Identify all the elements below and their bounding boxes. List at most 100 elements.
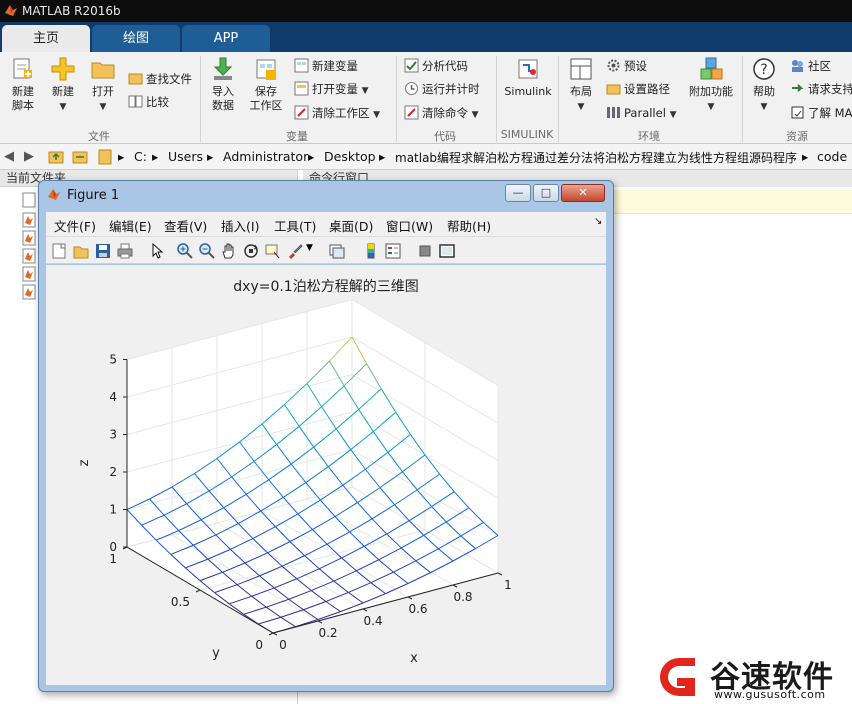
request-support-button[interactable]: 请求支持 (790, 79, 852, 99)
watermark-url: www.gususoft.com (714, 688, 826, 701)
menu-overflow-arrow-icon[interactable]: ↘ (594, 216, 602, 227)
import-data-icon (213, 57, 233, 80)
m-file-icon[interactable] (22, 284, 36, 300)
z-tick-label: 0 (109, 540, 117, 554)
show-plot-tools-icon[interactable] (438, 242, 456, 260)
save-workspace-button[interactable]: 保存 工作区 (246, 56, 286, 113)
zoom-in-icon[interactable] (176, 242, 194, 260)
new-figure-icon[interactable] (50, 242, 68, 260)
minimize-button[interactable]: — (505, 184, 531, 202)
compare-button[interactable]: 比较 (128, 92, 169, 112)
tab-apps[interactable]: APP (182, 25, 270, 52)
new-variable-button[interactable]: 新建变量 (294, 56, 358, 76)
breadcrumb-item[interactable]: Desktop (324, 149, 376, 164)
new-button[interactable]: 新建 ▼ (46, 56, 80, 114)
up-folder-icon[interactable] (48, 149, 64, 164)
breadcrumb-item[interactable]: Users (168, 149, 203, 164)
new-script-icon (13, 58, 32, 79)
x-axis-label: x (410, 651, 418, 666)
clear-workspace-button[interactable]: 清除工作区 ▼ (294, 103, 380, 123)
request-support-icon (792, 84, 804, 92)
breadcrumb-item[interactable]: code (817, 149, 847, 164)
open-variable-icon (294, 81, 309, 96)
set-path-button[interactable]: 设置路径 (606, 79, 670, 99)
breadcrumb-item[interactable]: Administrator (223, 149, 308, 164)
file-icon[interactable] (22, 192, 36, 208)
m-file-icon[interactable] (22, 230, 36, 246)
analyze-code-button[interactable]: 分析代码 (404, 56, 468, 76)
open-button[interactable]: 打开 ▼ (86, 56, 120, 114)
insert-colorbar-icon[interactable] (362, 242, 380, 260)
learn-book-icon (791, 106, 804, 119)
insert-legend-icon[interactable] (384, 242, 402, 260)
pan-hand-icon[interactable] (220, 242, 238, 260)
surface-plot[interactable]: 00.20.40.60.8100.51012345 dxy=0.1泊松方程解的三… (46, 265, 606, 685)
m-file-icon[interactable] (22, 266, 36, 282)
set-path-icon (606, 84, 621, 95)
tab-plots[interactable]: 绘图 (92, 25, 180, 52)
menu-window[interactable]: 窗口(W) (386, 216, 433, 235)
gear-icon (607, 59, 620, 72)
save-icon[interactable] (94, 242, 112, 260)
back-arrow-icon[interactable]: ◀ (4, 149, 14, 164)
folder-icon (98, 149, 112, 165)
new-script-button[interactable]: 新建 脚本 (6, 56, 40, 113)
z-axis-label: z (77, 459, 92, 466)
link-plot-icon[interactable] (328, 242, 346, 260)
figure-window[interactable]: Figure 1 — □ ✕ 文件(F) 编辑(E) 查看(V) 插入(I) 工… (38, 180, 614, 692)
m-file-icon[interactable] (22, 212, 36, 228)
menu-insert[interactable]: 插入(I) (221, 216, 259, 235)
maximize-button[interactable]: □ (533, 184, 559, 202)
forward-arrow-icon[interactable]: ▶ (24, 149, 34, 164)
m-file-icon[interactable] (22, 248, 36, 264)
x-tick-label: 0.2 (318, 626, 337, 640)
find-files-icon (128, 73, 143, 85)
breadcrumb-item[interactable]: C: (134, 149, 147, 164)
zoom-out-icon[interactable] (198, 242, 216, 260)
close-button[interactable]: ✕ (561, 184, 605, 202)
edit-plot-arrow-icon[interactable] (148, 242, 166, 260)
run-and-time-button[interactable]: 运行并计时 (404, 79, 480, 99)
print-icon[interactable] (116, 242, 134, 260)
help-question-icon: ? (753, 58, 775, 80)
parallel-button[interactable]: Parallel ▼ (606, 103, 676, 123)
tab-home[interactable]: 主页 (2, 25, 90, 52)
layout-button[interactable]: 布局 ▼ (564, 56, 598, 114)
run-and-time-icon (405, 82, 418, 95)
app-title-bar: MATLAB R2016b (0, 0, 852, 22)
x-tick-label: 0.4 (363, 614, 382, 628)
rotate-3d-icon[interactable] (242, 242, 260, 260)
y-tick (268, 632, 274, 636)
watermark: 谷速软件 www.gususoft.com (650, 650, 852, 704)
x-tick (452, 584, 458, 588)
community-button[interactable]: 社区 (790, 56, 831, 76)
menu-help[interactable]: 帮助(H) (447, 216, 491, 235)
simulink-button[interactable]: Simulink (502, 56, 554, 99)
menu-desktop[interactable]: 桌面(D) (329, 216, 373, 235)
breadcrumb-item[interactable]: matlab编程求解泊松方程通过差分法将泊松方程建立为线性方程组源码程序 (395, 149, 797, 166)
menu-file[interactable]: 文件(F) (54, 216, 96, 235)
import-data-button[interactable]: 导入 数据 (206, 56, 240, 113)
help-button[interactable]: ? 帮助 ▼ (748, 56, 780, 114)
addons-button[interactable]: 附加功能 ▼ (688, 56, 734, 114)
menu-tools[interactable]: 工具(T) (274, 216, 316, 235)
hide-plot-tools-icon[interactable] (416, 242, 434, 260)
brush-icon[interactable] (286, 242, 304, 260)
community-icon (792, 60, 803, 72)
menu-edit[interactable]: 编辑(E) (109, 216, 152, 235)
preferences-button[interactable]: 预设 (606, 56, 647, 76)
app-title: MATLAB R2016b (22, 4, 121, 18)
browse-folder-icon[interactable] (72, 149, 88, 164)
find-files-button[interactable]: 查找文件 (128, 69, 192, 89)
menu-view[interactable]: 查看(V) (164, 216, 207, 235)
figure-canvas[interactable]: 0 0.2 0.4 0.6 0.8 1 0 0.5 1 0 1 2 3 4 5 dxy=0.1泊松方程解的三… (46, 265, 606, 685)
layout-icon (570, 58, 592, 80)
clear-commands-button[interactable]: 清除命令 ▼ (404, 103, 479, 123)
open-variable-button[interactable]: 打开变量 ▼ (294, 79, 369, 99)
brush-dropdown-caret-icon[interactable]: ▼ (306, 243, 313, 253)
x-tick (407, 596, 413, 600)
open-file-icon[interactable] (72, 242, 90, 260)
learn-matlab-button[interactable]: 了解 MA (790, 103, 852, 123)
gusu-logo-icon (659, 658, 695, 696)
data-cursor-icon[interactable] (264, 242, 282, 260)
